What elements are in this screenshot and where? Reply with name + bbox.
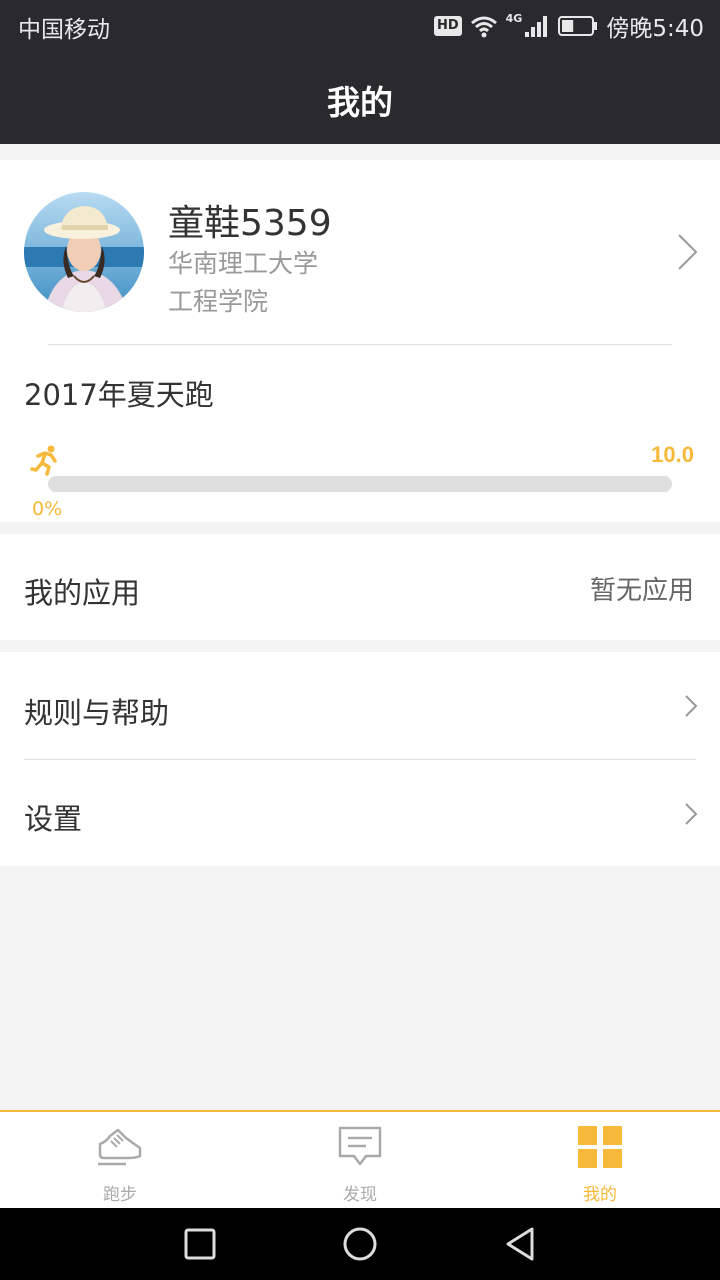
system-nav-bar: [0, 1208, 720, 1280]
clock-label: 傍晚5:40: [606, 16, 704, 42]
menu-item-rules-help[interactable]: 规则与帮助: [0, 652, 720, 759]
chevron-right-icon[interactable]: [676, 232, 700, 272]
tab-label: 我的: [583, 1185, 617, 1205]
menu-item-label: 规则与帮助: [24, 696, 170, 730]
runner-icon: [30, 445, 57, 476]
bottom-tab-bar: 跑步 发现 我的: [0, 1110, 720, 1208]
user-college: 工程学院: [168, 287, 269, 316]
tab-discover[interactable]: 发现: [240, 1112, 480, 1208]
hd-badge: HD: [433, 16, 462, 36]
status-indicators: HD 4G 傍晚5:40: [433, 9, 704, 43]
carrier-label: 中国移动: [18, 17, 110, 43]
header-bar: 我的: [0, 50, 720, 144]
message-icon: [338, 1126, 382, 1166]
chevron-right-icon: [685, 695, 698, 717]
my-apps-label: 我的应用: [24, 576, 141, 610]
avatar[interactable]: [24, 192, 144, 312]
my-apps-row[interactable]: 我的应用 暂无应用: [0, 534, 720, 640]
progress-bar: [48, 476, 672, 492]
network-type-label: 4G: [505, 11, 523, 25]
menu-item-label: 设置: [24, 802, 83, 836]
profile-card: 童鞋5359 华南理工大学 工程学院 2017年夏天跑 10.0 0%: [0, 160, 720, 522]
tab-label: 跑步: [103, 1185, 137, 1205]
shoe-icon: [98, 1128, 142, 1166]
profile-divider: [48, 344, 672, 345]
battery-icon: [558, 16, 598, 36]
progress-percent-label: 0%: [32, 498, 63, 520]
home-icon[interactable]: [340, 1224, 380, 1264]
avatar-image: [24, 192, 144, 312]
grid-icon: [578, 1126, 622, 1168]
signal-icon: [525, 16, 548, 37]
menu-item-settings[interactable]: 设置: [0, 760, 720, 866]
my-apps-value: 暂无应用: [589, 576, 694, 606]
tab-running[interactable]: 跑步: [0, 1112, 240, 1208]
chevron-right-icon: [685, 803, 698, 825]
user-school: 华南理工大学: [168, 249, 319, 278]
wifi-icon: [470, 16, 497, 38]
tab-label: 发现: [343, 1185, 377, 1205]
menu-list: 规则与帮助 设置: [0, 652, 720, 866]
recent-apps-icon[interactable]: [180, 1224, 220, 1264]
progress-max-label: 10.0: [651, 442, 694, 467]
status-bar: 中国移动 HD 4G 傍晚5:40: [0, 0, 720, 50]
event-title: 2017年夏天跑: [24, 378, 214, 412]
user-name: 童鞋5359: [168, 203, 332, 244]
back-icon[interactable]: [500, 1224, 540, 1264]
page-title: 我的: [327, 83, 393, 122]
tab-mine[interactable]: 我的: [480, 1112, 720, 1208]
